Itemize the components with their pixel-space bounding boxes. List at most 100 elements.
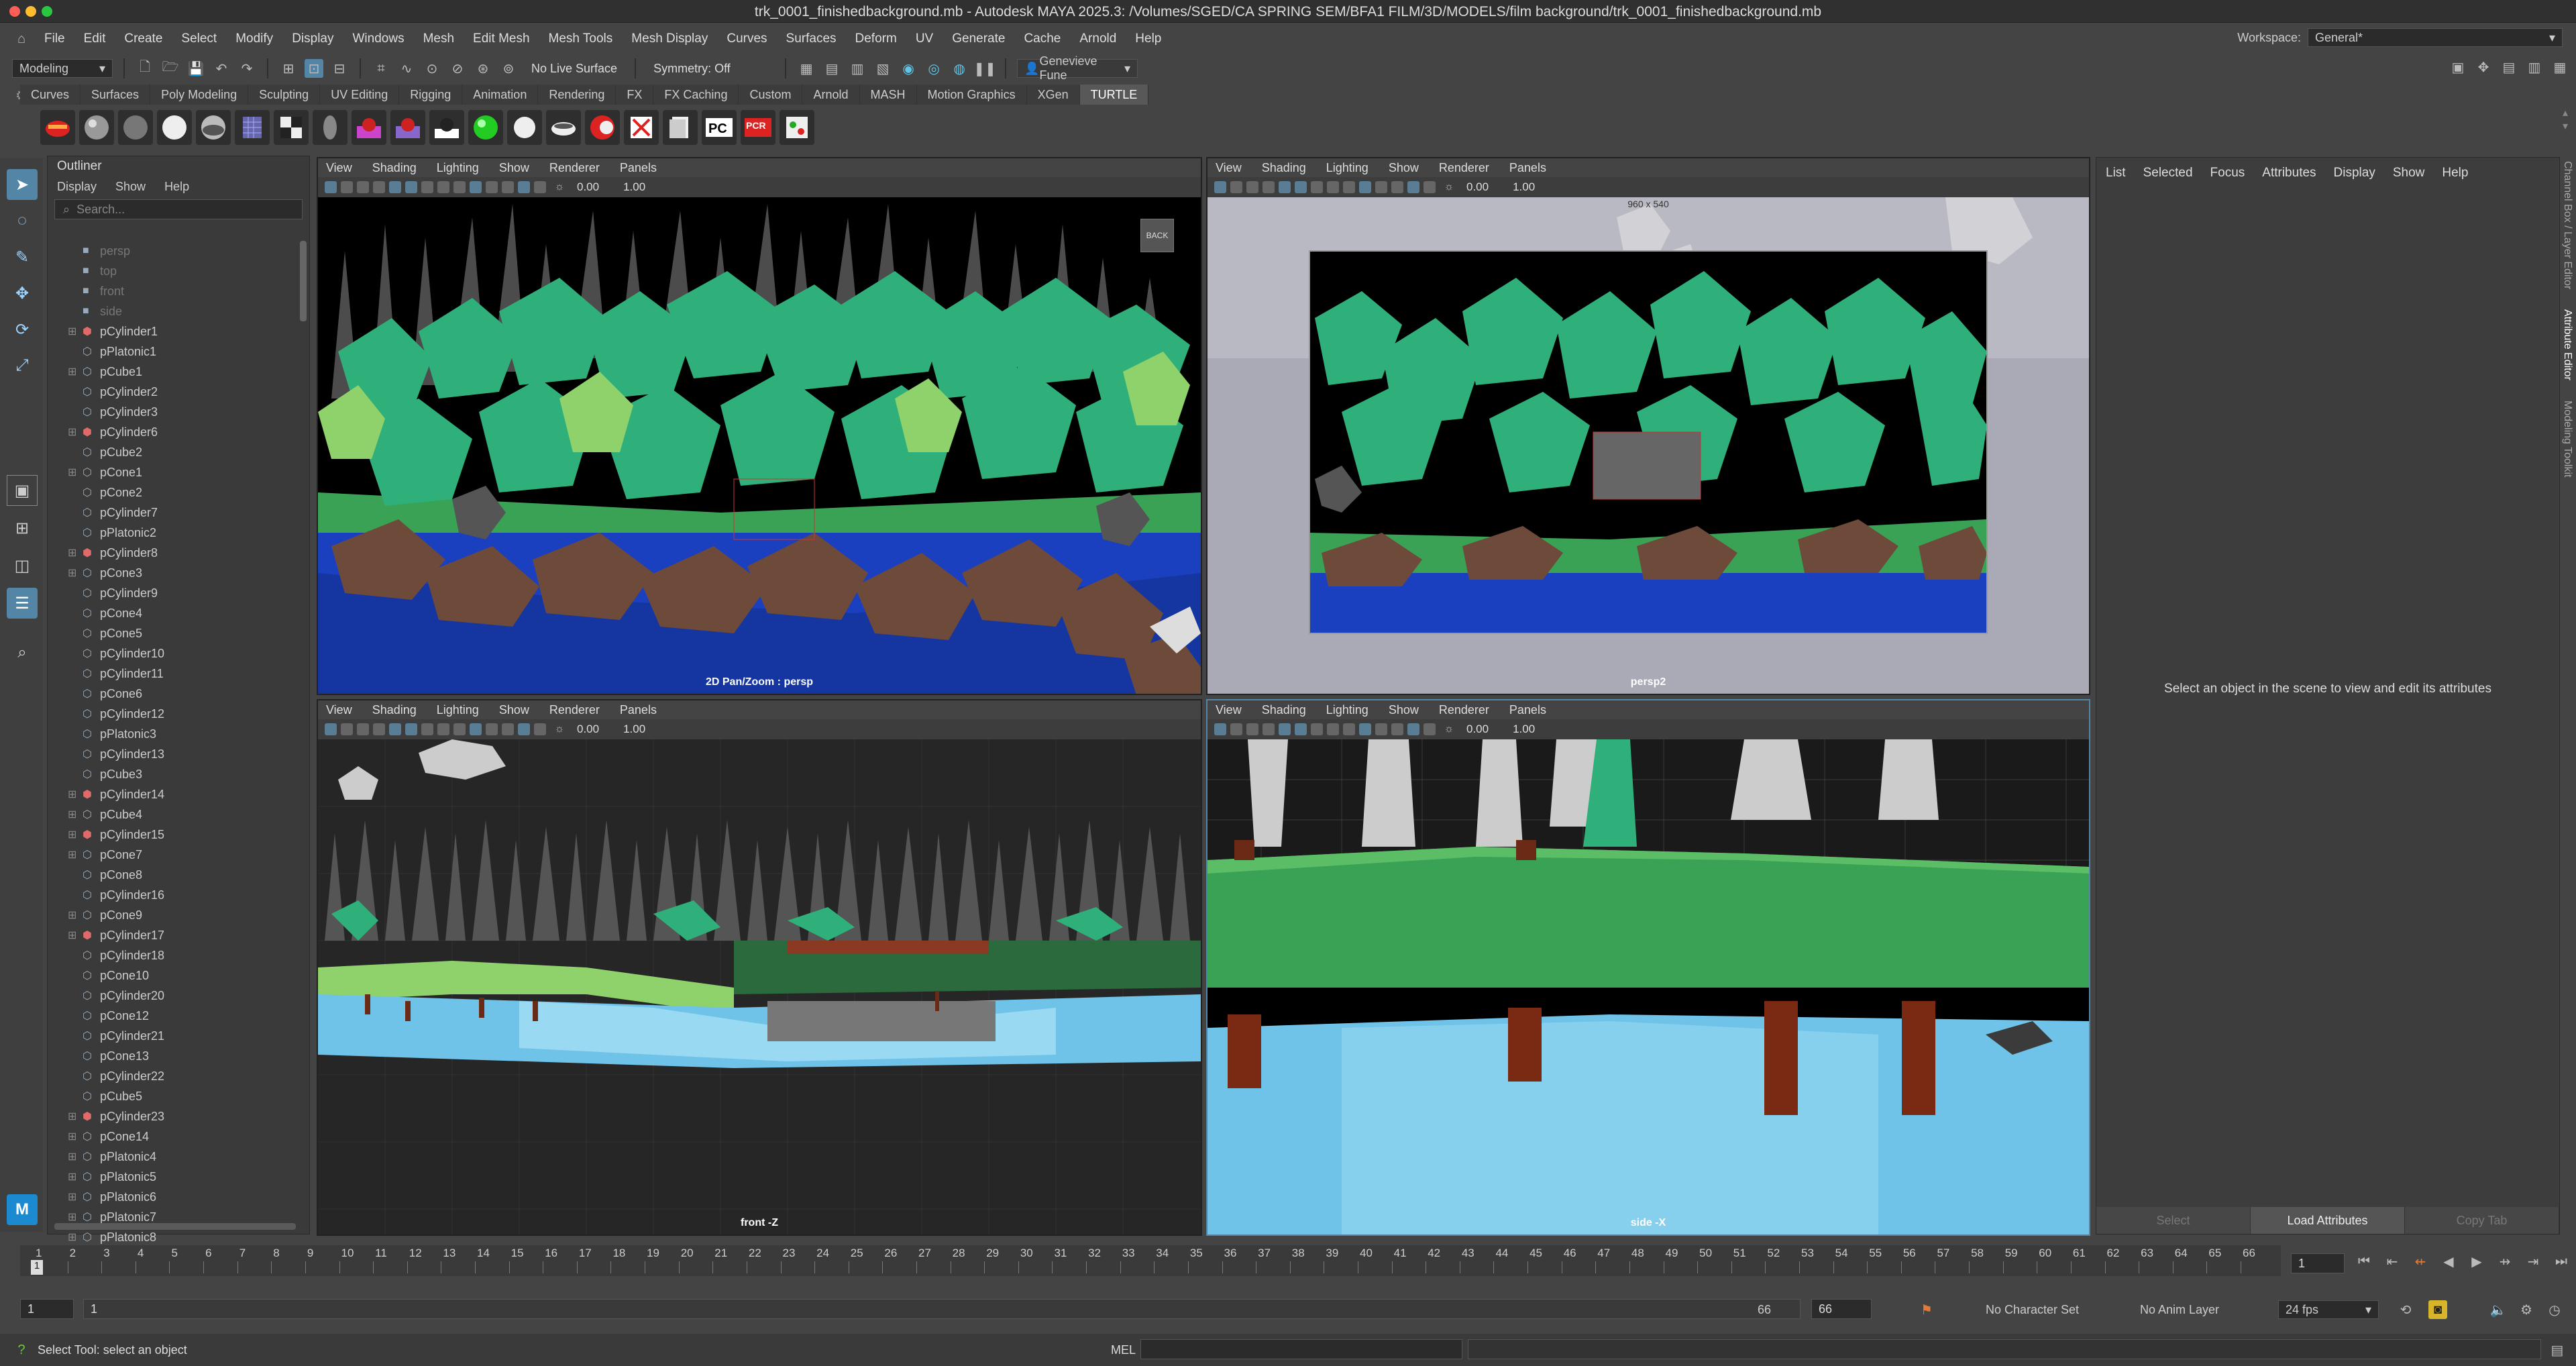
gamma-value[interactable]: 1.00 [1513, 180, 1535, 194]
save-scene-icon[interactable]: 💾 [186, 59, 205, 78]
grid-icon[interactable] [373, 181, 385, 193]
resolution-gate-icon[interactable] [502, 723, 514, 735]
outliner-item[interactable]: ⬡ pCone5 [48, 623, 303, 643]
modeling-toolkit-tab[interactable]: Modeling Toolkit [2561, 401, 2573, 477]
time-slider[interactable]: 1 2 3 4 5 6 7 8 9 10 11 12 13 14 15 16 17 18 19 20 21 22 23 24 2… [20, 1245, 2281, 1276]
expand-icon[interactable]: ⊞ [68, 1130, 83, 1143]
outliner-item[interactable]: ⊞ ⬡ pPlatonic4 [48, 1147, 303, 1167]
shelf-scroll-icon[interactable]: ▴ ▾ [2563, 106, 2568, 133]
smooth-shade-icon[interactable] [405, 181, 417, 193]
outliner-item[interactable]: ⬡ pCylinder7 [48, 503, 303, 523]
outliner-item[interactable]: ⊞ ⬡ pCube1 [48, 362, 303, 382]
outliner-item[interactable]: ⊞ ⬢ pCylinder6 [48, 422, 303, 442]
vp-menu-shading[interactable]: Shading [1262, 703, 1306, 717]
menu-surfaces[interactable]: Surfaces [777, 32, 846, 46]
vp-menu-view[interactable]: View [1216, 703, 1242, 717]
expand-icon[interactable]: ⊞ [68, 1230, 83, 1244]
isolate-icon[interactable] [1375, 181, 1387, 193]
textured-icon[interactable] [421, 723, 433, 735]
field-chart-icon[interactable] [534, 723, 546, 735]
vp-menu-shading[interactable]: Shading [372, 161, 417, 175]
viewport-front[interactable]: View Shading Lighting Show Renderer Panels ☼ 0… [317, 699, 1202, 1236]
resolution-gate-icon[interactable] [1391, 181, 1403, 193]
isolate-icon[interactable] [486, 181, 498, 193]
shelf-tab-custom[interactable]: Custom [739, 85, 803, 105]
outliner-layout-icon[interactable]: ☰ [7, 588, 38, 619]
shelf-tab-arnold[interactable]: Arnold [802, 85, 860, 105]
vp-menu-view[interactable]: View [326, 703, 352, 717]
outliner-item[interactable]: ⊞ ⬢ pCylinder1 [48, 321, 303, 342]
textured-icon[interactable] [421, 181, 433, 193]
outliner-item[interactable]: ⬡ pCylinder20 [48, 986, 303, 1006]
outliner-item[interactable]: ⬡ pCone6 [48, 684, 303, 704]
vp-menu-renderer[interactable]: Renderer [1439, 703, 1489, 717]
ae-menu-selected[interactable]: Selected [2143, 166, 2193, 180]
menu-file[interactable]: File [35, 32, 74, 46]
xray-icon[interactable] [1359, 723, 1371, 735]
anim-prefs-icon[interactable]: ⚙ [2517, 1300, 2536, 1319]
start-time-field[interactable]: 1 [20, 1299, 74, 1319]
turtle-violet-icon[interactable] [390, 110, 425, 145]
shadows-icon[interactable] [453, 181, 466, 193]
expand-icon[interactable]: ⊞ [68, 929, 83, 942]
shelf-tab-animation[interactable]: Animation [462, 85, 539, 105]
outliner-item[interactable]: ⬡ pCylinder22 [48, 1066, 303, 1086]
smooth-shade-icon[interactable] [1295, 723, 1307, 735]
ae-menu-focus[interactable]: Focus [2210, 166, 2245, 180]
ae-menu-help[interactable]: Help [2442, 166, 2468, 180]
expand-icon[interactable]: ⊞ [68, 546, 83, 560]
hypershade-icon[interactable]: ◉ [899, 59, 918, 78]
turtle-network-icon[interactable] [780, 110, 814, 145]
copy-tab-button[interactable]: Copy Tab [2405, 1207, 2559, 1234]
scale-tool-icon[interactable]: ⤢ [7, 350, 38, 381]
turtle-magenta-icon[interactable] [352, 110, 386, 145]
outliner-item[interactable]: ⊞ ⬡ pPlatonic5 [48, 1167, 303, 1187]
expand-icon[interactable]: ⊞ [68, 365, 83, 378]
turtle-red-sphere-icon[interactable] [585, 110, 620, 145]
camera-attr-icon[interactable] [325, 181, 337, 193]
outliner-item[interactable]: ⊞ ⬢ pCylinder8 [48, 543, 303, 563]
menu-create[interactable]: Create [115, 32, 172, 46]
turtle-disable-icon[interactable] [624, 110, 659, 145]
shelf-tab-turtle[interactable]: TURTLE [1079, 85, 1149, 105]
grid-icon[interactable] [1263, 723, 1275, 735]
channel-box-tab[interactable]: Channel Box / Layer Editor [2561, 161, 2573, 289]
menu-curves[interactable]: Curves [717, 32, 776, 46]
isolate-icon[interactable] [1375, 723, 1387, 735]
exposure-value[interactable]: 0.00 [1466, 723, 1489, 736]
menu-uv[interactable]: UV [906, 32, 943, 46]
turtle-chrome-sphere-icon[interactable] [196, 110, 231, 145]
vp-menu-lighting[interactable]: Lighting [437, 161, 479, 175]
expand-icon[interactable]: ⊞ [68, 788, 83, 801]
expand-icon[interactable]: ⊞ [68, 466, 83, 479]
outliner-menu-display[interactable]: Display [57, 180, 97, 194]
vp-menu-shading[interactable]: Shading [372, 703, 417, 717]
ae-menu-list[interactable]: List [2106, 166, 2126, 180]
render-settings-icon[interactable]: ▧ [873, 59, 892, 78]
step-forward-key-icon[interactable]: ⇥ [2524, 1252, 2542, 1271]
vp-menu-panels[interactable]: Panels [1509, 703, 1546, 717]
outliner-item[interactable]: ⬡ pCone2 [48, 482, 303, 503]
vp-menu-show[interactable]: Show [1389, 703, 1419, 717]
vp-menu-show[interactable]: Show [499, 703, 529, 717]
menu-display[interactable]: Display [282, 32, 343, 46]
vp-menu-renderer[interactable]: Renderer [549, 703, 600, 717]
turtle-checker-icon[interactable] [274, 110, 309, 145]
attribute-editor-tab[interactable]: Attribute Editor [2561, 309, 2573, 380]
shelf-tab-uv-editing[interactable]: UV Editing [320, 85, 400, 105]
menu-deform[interactable]: Deform [846, 32, 906, 46]
redo-icon[interactable]: ↷ [237, 59, 256, 78]
grid-icon[interactable] [373, 723, 385, 735]
vp-menu-lighting[interactable]: Lighting [1326, 161, 1368, 175]
field-chart-icon[interactable] [1424, 723, 1436, 735]
modeling-toolkit-icon[interactable]: ✥ [2474, 58, 2493, 76]
outliner-item[interactable]: ⬡ pCylinder12 [48, 704, 303, 724]
expand-icon[interactable]: ⊞ [68, 1210, 83, 1224]
make-live-icon[interactable]: ⊚ [499, 59, 518, 78]
play-forward-icon[interactable]: ▶ [2467, 1252, 2486, 1271]
outliner-item[interactable]: ⬡ pCube2 [48, 442, 303, 462]
outliner-item[interactable]: ⬡ pCone13 [48, 1046, 303, 1066]
outliner-menu-show[interactable]: Show [115, 180, 146, 194]
cache-playback-icon[interactable]: ◙ [2428, 1300, 2447, 1319]
outliner-item[interactable]: ⊞ ⬢ pCylinder17 [48, 925, 303, 945]
